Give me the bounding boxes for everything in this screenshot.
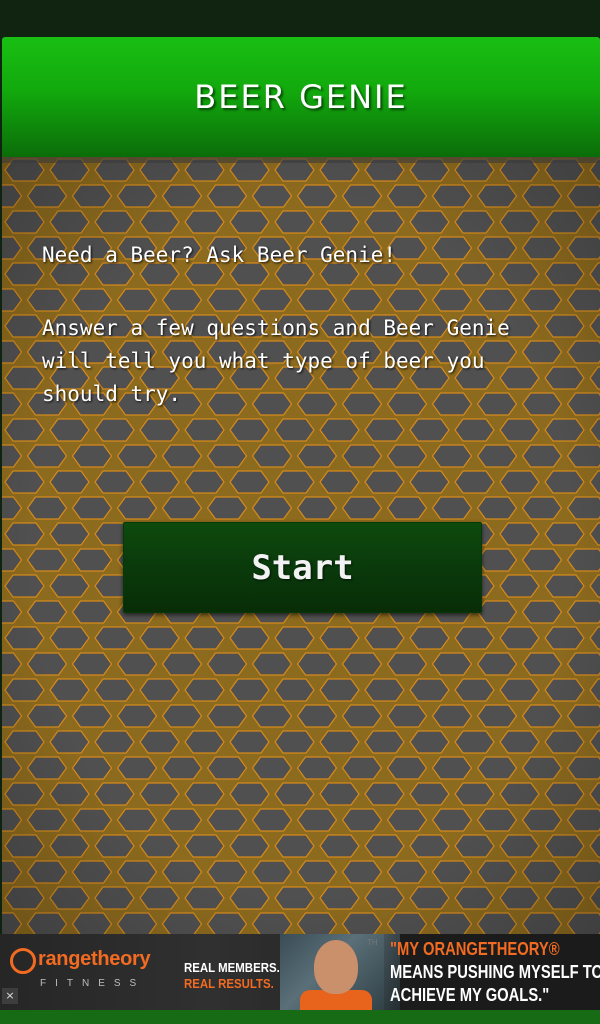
status-bar: [0, 0, 600, 37]
ad-quote-line1: "MY ORANGETHEORY®: [390, 939, 560, 959]
orangetheory-o-icon: [10, 948, 36, 974]
ad-quote-line3: ACHIEVE MY GOALS.": [390, 985, 550, 1005]
ad-quote-line2: MEANS PUSHING MYSELF TO: [390, 962, 600, 982]
ad-banner[interactable]: rangetheory FITNESS REAL MEMBERS. REAL R…: [0, 934, 600, 1010]
start-button-label: Start: [251, 547, 354, 588]
ad-tagline-line1: REAL MEMBERS.: [184, 960, 280, 975]
ad-tagline: REAL MEMBERS. REAL RESULTS.: [184, 960, 280, 992]
ad-close-icon[interactable]: ×: [2, 988, 18, 1004]
intro-headline: Need a Beer? Ask Beer Genie!: [42, 243, 397, 267]
bottom-bar: [0, 1010, 600, 1024]
brand-subtitle: FITNESS: [40, 978, 146, 989]
ad-quote: "MY ORANGETHEORY® MEANS PUSHING MYSELF T…: [390, 938, 600, 1007]
app-title: BEER GENIE: [194, 78, 408, 116]
app-window: BEER GENIE Need a Beer? Ask Beer Genie! …: [0, 0, 600, 1024]
ad-tagline-line2: REAL RESULTS.: [184, 976, 274, 991]
start-button[interactable]: Start: [123, 522, 482, 613]
ad-person-head: [314, 940, 358, 994]
orangetheory-logo: rangetheory FITNESS: [10, 946, 175, 1006]
ad-fragment-text: TH: [367, 938, 378, 947]
intro-description: Answer a few questions and Beer Genie wi…: [42, 316, 510, 406]
main-content: Need a Beer? Ask Beer Genie! Answer a fe…: [2, 157, 600, 934]
app-header: BEER GENIE: [2, 37, 600, 157]
intro-text: Need a Beer? Ask Beer Genie! Answer a fe…: [42, 239, 562, 411]
brand-name: rangetheory: [38, 948, 151, 970]
ad-photo: [280, 934, 400, 1010]
